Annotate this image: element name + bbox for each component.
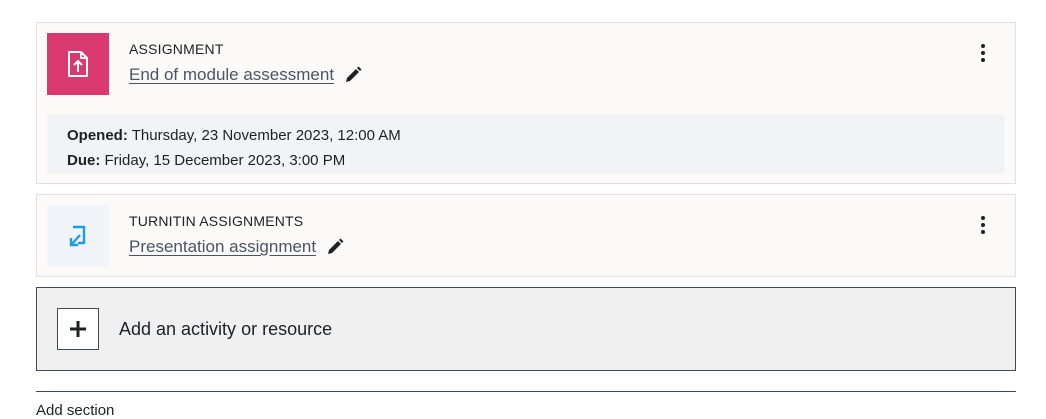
opened-label: Opened: — [67, 127, 128, 144]
turnitin-icon-box[interactable] — [47, 205, 109, 267]
activity-type-label: TURNITIN ASSIGNMENTS — [129, 213, 304, 229]
assignment-icon-box[interactable] — [47, 33, 109, 95]
activity-menu-icon[interactable] — [977, 43, 989, 63]
edit-pencil-icon[interactable] — [344, 66, 362, 84]
activity-type-label: ASSIGNMENT — [129, 41, 224, 57]
activity-card-assignment: ASSIGNMENT End of module assessment Open… — [36, 22, 1016, 184]
edit-pencil-icon[interactable] — [326, 238, 344, 256]
add-activity-label[interactable]: Add an activity or resource — [119, 319, 332, 340]
assignment-upload-icon — [68, 51, 88, 77]
activity-name-link[interactable]: Presentation assignment — [129, 237, 344, 257]
plus-icon[interactable] — [57, 308, 99, 350]
add-section-link[interactable]: Add section — [36, 402, 114, 419]
due-value: Friday, 15 December 2023, 3:00 PM — [104, 152, 346, 169]
due-date-row: Due: Friday, 15 December 2023, 3:00 PM — [67, 148, 1005, 173]
opened-value: Thursday, 23 November 2023, 12:00 AM — [131, 127, 401, 144]
section-divider — [36, 391, 1016, 392]
opened-date-row: Opened: Thursday, 23 November 2023, 12:0… — [67, 123, 1005, 148]
activity-card-turnitin: TURNITIN ASSIGNMENTS Presentation assign… — [36, 194, 1016, 277]
activity-name-text[interactable]: Presentation assignment — [129, 237, 316, 257]
activity-menu-icon[interactable] — [977, 215, 989, 235]
activity-name-link[interactable]: End of module assessment — [129, 65, 362, 85]
activity-name-text[interactable]: End of module assessment — [129, 65, 334, 85]
activity-dates: Opened: Thursday, 23 November 2023, 12:0… — [47, 115, 1005, 173]
add-activity-button[interactable]: Add an activity or resource — [36, 287, 1016, 371]
turnitin-icon — [69, 225, 86, 247]
due-label: Due: — [67, 152, 101, 169]
